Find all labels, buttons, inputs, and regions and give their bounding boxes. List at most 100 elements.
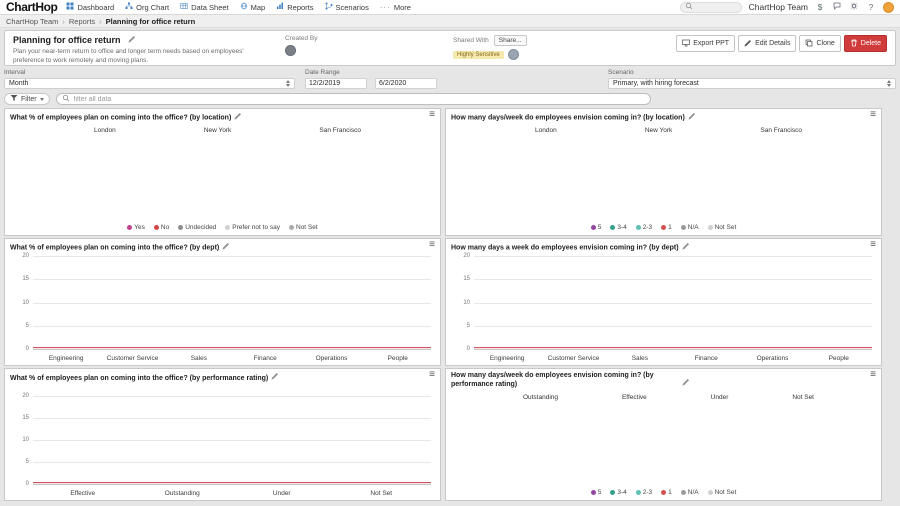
edit-chart-icon[interactable] bbox=[234, 112, 242, 123]
x-axis-label: People bbox=[828, 355, 849, 362]
legend-item[interactable]: 1 bbox=[661, 224, 672, 231]
edit-chart-icon[interactable] bbox=[682, 242, 690, 253]
legend-item[interactable]: No bbox=[153, 224, 169, 231]
clone-icon bbox=[805, 39, 813, 49]
settings-icon[interactable] bbox=[849, 2, 859, 12]
gridline bbox=[33, 349, 431, 350]
y-axis-tick: 10 bbox=[22, 299, 29, 306]
breadcrumb-separator: › bbox=[99, 16, 102, 26]
gridline bbox=[33, 396, 431, 397]
legend-item[interactable]: 5 bbox=[590, 224, 601, 231]
legend-item[interactable]: N/A bbox=[680, 489, 699, 496]
nav-org-chart[interactable]: Org Chart bbox=[125, 2, 169, 12]
nav-label: Data Sheet bbox=[191, 2, 229, 12]
chart-menu-icon[interactable]: ≡ bbox=[429, 370, 435, 380]
legend-item[interactable]: 3-4 bbox=[610, 489, 627, 496]
date-range-control: Date Range bbox=[305, 69, 437, 89]
chart-title: What % of employees plan on coming into … bbox=[10, 374, 269, 382]
plot-area: 0 5 10 15 20 bbox=[22, 253, 431, 352]
legend-dot-icon bbox=[590, 490, 596, 495]
x-axis-label: Under bbox=[272, 490, 291, 497]
funnel-icon bbox=[10, 94, 18, 104]
select-caret-icon bbox=[286, 80, 290, 87]
nav-reports[interactable]: Reports bbox=[276, 2, 314, 12]
chart-title: What % of employees plan on coming into … bbox=[10, 244, 220, 252]
help-icon[interactable]: ? bbox=[866, 3, 876, 12]
chart-menu-icon[interactable]: ≡ bbox=[870, 370, 876, 380]
filter-bar: Filter bbox=[4, 93, 896, 105]
map-icon bbox=[240, 2, 248, 12]
chat-icon[interactable] bbox=[832, 2, 842, 12]
filter-search-input[interactable] bbox=[73, 95, 645, 103]
legend-item[interactable]: Not Set bbox=[707, 224, 736, 231]
gridline bbox=[33, 325, 431, 327]
nav-scenarios[interactable]: Scenarios bbox=[325, 2, 369, 12]
chart-menu-icon[interactable]: ≡ bbox=[870, 240, 876, 250]
gridline bbox=[33, 440, 431, 441]
legend-dot-icon bbox=[680, 490, 686, 495]
nav-label: Org Chart bbox=[136, 2, 170, 12]
legend-item[interactable]: 2-3 bbox=[635, 489, 652, 496]
report-controls: Interval Month Date Range Scenario Prima… bbox=[4, 69, 896, 89]
column-header: London bbox=[94, 127, 116, 135]
column-header: London bbox=[535, 127, 557, 135]
legend-item[interactable]: 3-4 bbox=[610, 224, 627, 231]
interval-select[interactable]: Month bbox=[4, 78, 295, 89]
column-header: New York bbox=[644, 127, 673, 135]
share-button[interactable]: Share... bbox=[493, 35, 527, 46]
chart-menu-icon[interactable]: ≡ bbox=[429, 240, 435, 250]
scenario-select[interactable]: Primary, with hiring forecast bbox=[608, 78, 896, 89]
filter-button[interactable]: Filter bbox=[4, 93, 50, 105]
shared-with-avatar bbox=[507, 49, 519, 60]
edit-chart-icon[interactable] bbox=[682, 378, 690, 389]
column-header: Effective bbox=[621, 393, 647, 401]
edit-details-button[interactable]: Edit Details bbox=[738, 35, 797, 52]
nav-more[interactable]: ··· More bbox=[380, 3, 411, 12]
x-axis-label: Finance bbox=[694, 355, 718, 362]
edit-chart-icon[interactable] bbox=[222, 242, 230, 253]
x-axis-labels: Engineering Customer Service Sales Finance O… bbox=[33, 355, 431, 362]
team-name[interactable]: ChartHop Team bbox=[749, 2, 808, 12]
legend-dot-icon bbox=[178, 225, 184, 230]
chart-title: How many days/week do employees envision… bbox=[451, 372, 654, 388]
legend-dot-icon bbox=[635, 490, 641, 495]
gridline bbox=[33, 484, 431, 485]
y-axis-tick: 0 bbox=[25, 481, 29, 487]
chart-menu-icon[interactable]: ≡ bbox=[870, 110, 876, 120]
global-search-input[interactable] bbox=[679, 1, 742, 13]
billing-icon[interactable]: $ bbox=[815, 3, 825, 12]
delete-button[interactable]: Delete bbox=[843, 35, 887, 52]
date-start-input[interactable] bbox=[305, 78, 367, 89]
nav-data-sheet[interactable]: Data Sheet bbox=[180, 2, 229, 12]
main-nav: Dashboard Org Chart Data Sheet Map Repor… bbox=[66, 2, 411, 12]
export-ppt-button[interactable]: Export PPT bbox=[676, 35, 736, 52]
legend-item[interactable]: Not Set bbox=[289, 224, 318, 231]
date-range-label: Date Range bbox=[305, 69, 340, 76]
nav-map[interactable]: Map bbox=[240, 2, 265, 12]
legend-item[interactable]: 2-3 bbox=[635, 224, 652, 231]
edit-title-icon[interactable] bbox=[128, 35, 136, 45]
clone-button[interactable]: Clone bbox=[799, 35, 841, 52]
edit-chart-icon[interactable] bbox=[271, 372, 279, 383]
nav-dashboard[interactable]: Dashboard bbox=[66, 2, 114, 12]
user-avatar[interactable] bbox=[883, 1, 894, 13]
legend-item[interactable]: Undecided bbox=[178, 224, 216, 231]
chart-panel-days-by-performance: How many days/week do employees envision… bbox=[445, 368, 882, 501]
breadcrumb-reports[interactable]: Reports bbox=[69, 17, 95, 26]
legend-item[interactable]: 5 bbox=[590, 489, 601, 496]
breadcrumb-team[interactable]: ChartHop Team bbox=[6, 17, 58, 26]
more-icon: ··· bbox=[379, 2, 391, 12]
edit-chart-icon[interactable] bbox=[688, 112, 696, 123]
charthop-logo[interactable]: ChartHop bbox=[6, 0, 58, 15]
legend-item[interactable]: Prefer not to say bbox=[225, 224, 280, 231]
legend-item[interactable]: Yes bbox=[127, 224, 145, 231]
legend-item[interactable]: Not Set bbox=[707, 489, 736, 496]
chart-title: What % of employees plan on coming into … bbox=[10, 114, 232, 122]
export-ppt-label: Export PPT bbox=[693, 40, 730, 47]
legend-item[interactable]: 1 bbox=[661, 489, 672, 496]
scenario-label: Scenario bbox=[608, 69, 634, 76]
date-end-input[interactable] bbox=[375, 78, 437, 89]
legend-item[interactable]: N/A bbox=[680, 224, 699, 231]
interval-label: Interval bbox=[4, 69, 26, 76]
chart-menu-icon[interactable]: ≡ bbox=[429, 110, 435, 120]
